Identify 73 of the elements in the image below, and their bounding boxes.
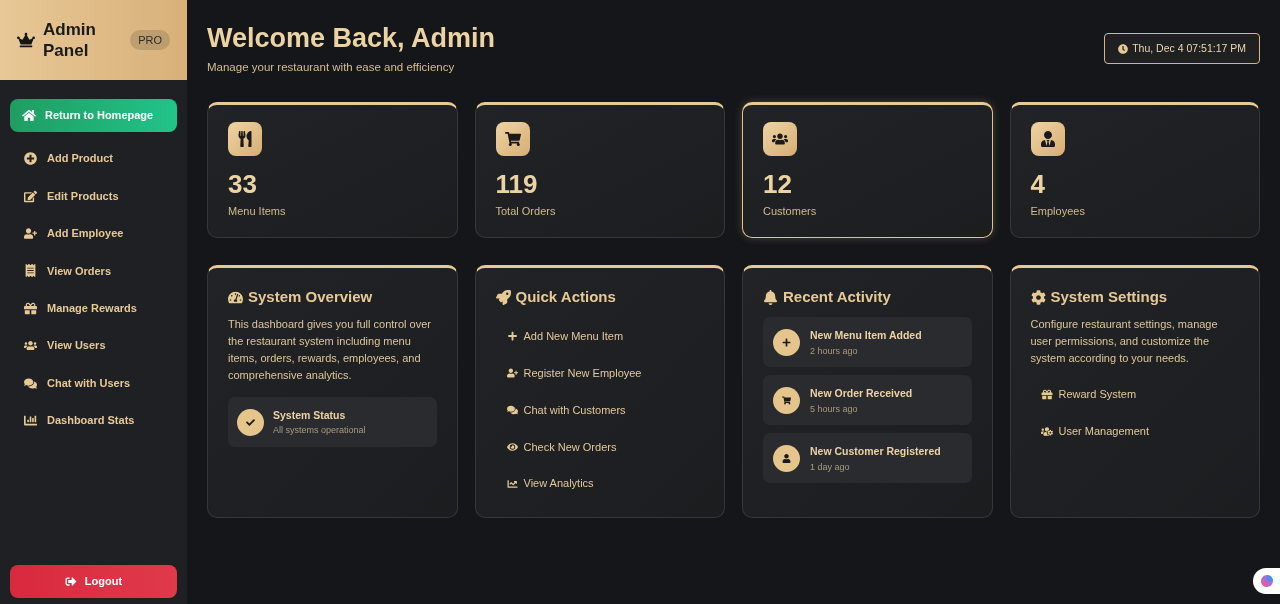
stat-value: 33 xyxy=(228,169,258,199)
stat-label: Menu Items xyxy=(228,204,287,218)
settings-link[interactable]: User Management xyxy=(1040,412,1149,450)
panel-description: This dashboard gives you full control over the restaurant system including menu items, orders, rewards, employees, and comprehensive analytics. xyxy=(228,317,432,383)
sidebar-link[interactable]: Add Product xyxy=(10,140,177,178)
status-title: System Status xyxy=(273,408,347,422)
activity-time: 5 hours ago xyxy=(810,402,859,415)
users-gear-icon xyxy=(1041,425,1053,437)
user-icon xyxy=(773,444,800,472)
pro-badge: PRO xyxy=(130,30,170,50)
panel-description: Configure restaurant settings, manage user permissions, and customize the system according to your needs. xyxy=(1030,317,1219,366)
sidebar-title: Admin Panel xyxy=(43,19,97,61)
logout-button[interactable]: Logout xyxy=(10,565,177,598)
activity-title: New Menu Item Added xyxy=(810,327,922,342)
activity-title: New Customer Registered xyxy=(810,443,941,458)
user-plus-icon xyxy=(23,226,37,240)
sidebar-link[interactable]: Dashboard Stats xyxy=(10,401,177,440)
quick-action-link[interactable]: Check New Orders xyxy=(505,428,617,466)
users-icon xyxy=(763,122,797,156)
quick-action-link[interactable]: Chat with Customers xyxy=(505,391,626,429)
page-title: Welcome Back, Admin xyxy=(207,22,496,54)
stat-value: 119 xyxy=(495,169,539,199)
clock-icon xyxy=(1118,43,1129,54)
cart-icon xyxy=(495,122,530,156)
sidebar-link[interactable]: Manage Rewards xyxy=(10,289,177,327)
gauge-icon xyxy=(228,289,243,305)
settings-icon xyxy=(1030,289,1046,305)
chat-bubbles-icon xyxy=(23,376,37,390)
user-plus-icon xyxy=(506,368,518,379)
rocket-icon xyxy=(495,289,511,305)
panel-title: System Overview xyxy=(248,287,373,307)
quick-action-link[interactable]: Register New Employee xyxy=(505,354,642,392)
floating-widget-icon[interactable] xyxy=(1253,568,1280,594)
bar-chart-icon xyxy=(23,413,37,427)
gift-icon xyxy=(1041,388,1053,400)
sidebar-link[interactable]: Add Employee xyxy=(10,214,177,253)
status-subtitle: All systems operational xyxy=(273,424,366,436)
users-icon xyxy=(23,339,37,353)
crown-icon xyxy=(17,32,35,48)
sidebar-link[interactable]: View Users xyxy=(10,326,177,365)
person-tie-icon xyxy=(1030,122,1065,156)
sidebar-link[interactable]: View Orders xyxy=(10,252,177,290)
gift-icon xyxy=(23,301,37,315)
settings-link[interactable]: Reward System xyxy=(1040,376,1137,413)
activity-time: 1 day ago xyxy=(810,460,851,473)
plus-icon xyxy=(506,331,518,342)
check-icon xyxy=(237,408,264,436)
panel-title: Recent Activity xyxy=(783,287,891,307)
sidebar-link[interactable]: Chat with Users xyxy=(10,364,177,402)
panel-title: Quick Actions xyxy=(515,287,616,307)
stat-value: 4 xyxy=(1030,169,1046,199)
logout-icon xyxy=(64,576,77,587)
activity-title: New Order Received xyxy=(810,385,913,400)
page-subtitle: Manage your restaurant with ease and efficiency xyxy=(207,60,456,75)
eye-icon xyxy=(506,441,518,452)
bell-icon xyxy=(763,289,778,305)
sidebar-link[interactable]: Edit Products xyxy=(10,177,177,215)
quick-action-link[interactable]: View Analytics xyxy=(505,465,594,502)
plus-icon xyxy=(773,328,800,356)
receipt-icon xyxy=(23,264,37,278)
cart-icon xyxy=(773,386,800,414)
fork-knife-icon xyxy=(228,122,262,156)
chat-bubbles-icon xyxy=(506,405,518,415)
datetime-text: Thu, Dec 4 07:51:17 PM xyxy=(1132,40,1246,56)
quick-action-link[interactable]: Add New Menu Item xyxy=(505,318,624,355)
home-icon xyxy=(22,109,36,122)
panel-title: System Settings xyxy=(1050,287,1168,307)
stat-label: Employees xyxy=(1030,204,1086,218)
activity-time: 2 hours ago xyxy=(810,344,859,357)
line-chart-icon xyxy=(506,478,518,489)
stat-label: Total Orders xyxy=(495,204,557,218)
stat-label: Customers xyxy=(763,204,818,218)
stat-value: 12 xyxy=(763,169,793,199)
